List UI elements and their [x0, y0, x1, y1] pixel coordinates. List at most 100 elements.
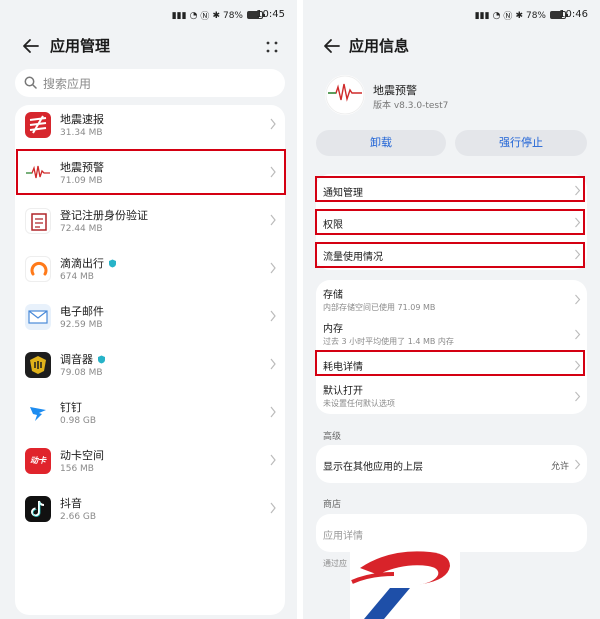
row-sublabel: 未设置任何默认选项 [323, 399, 395, 408]
status-bar: ▮▮▮ ◔ Ⓝ ✱ 78% 10:46 [303, 8, 600, 24]
more-options-icon[interactable] [265, 40, 279, 54]
row-label: 权限 [323, 220, 343, 231]
app-size: 79.08 MB [60, 368, 103, 378]
row-open-by-default[interactable]: 默认打开 未设置任何默认选项 [316, 378, 587, 414]
chevron-right-icon [575, 459, 581, 470]
signal-icon: ▮▮▮ [474, 10, 490, 21]
app-size: 0.98 GB [60, 416, 97, 426]
app-version: 版本 v8.3.0-test7 [373, 101, 449, 111]
didi-icon [25, 256, 51, 282]
app-size: 674 MB [60, 272, 94, 282]
earthquake-warning-icon [25, 160, 51, 186]
clock: 10:46 [559, 9, 588, 20]
tuner-icon [25, 352, 51, 378]
app-name-text: 调音器 [60, 353, 93, 366]
earthquake-news-icon [25, 112, 51, 138]
back-arrow-icon[interactable] [321, 35, 343, 57]
row-data-usage[interactable]: 流量使用情况 [316, 238, 587, 270]
app-row-earthquake-news[interactable]: 地震速报 31.34 MB [15, 105, 285, 153]
back-arrow-icon[interactable] [20, 35, 42, 57]
email-icon [25, 304, 51, 330]
app-row-id-verify[interactable]: 登记注册身份验证 72.44 MB [15, 201, 285, 249]
app-row-earthquake-warning[interactable]: 地震预警 71.09 MB [15, 153, 285, 201]
status-icons: ▮▮▮ ◔ Ⓝ ✱ 78% [171, 9, 243, 23]
nfc-icon: Ⓝ [200, 12, 210, 22]
uninstall-button[interactable]: 卸载 [316, 130, 446, 156]
chevron-right-icon [575, 185, 581, 196]
row-label: 流量使用情况 [323, 252, 383, 263]
bluetooth-icon: ✱ [515, 10, 523, 21]
row-label: 存储 [323, 290, 343, 301]
chevron-right-icon [270, 502, 276, 514]
settings-group-2: 存储 内部存储空间已使用 71.09 MB 内存 过去 3 小时平均使用了 1.… [316, 280, 587, 414]
dongka-icon: 动卡 [25, 448, 51, 474]
status-bar: ▮▮▮ ◔ Ⓝ ✱ 78% 10:45 [0, 8, 297, 24]
search-placeholder: 搜索应用 [43, 77, 92, 91]
row-label: 内存 [323, 324, 343, 335]
chevron-right-icon [270, 214, 276, 226]
dongka-icon-text: 动卡 [30, 456, 46, 465]
nfc-icon: Ⓝ [503, 12, 513, 22]
wifi-icon: ◔ [492, 10, 501, 21]
row-label: 通知管理 [323, 188, 363, 199]
app-size: 31.34 MB [60, 128, 103, 138]
section-store: 商店 [323, 500, 342, 510]
status-icons: ▮▮▮ ◔ Ⓝ ✱ 78% [474, 9, 546, 23]
store-source-text: 通过应 [323, 559, 347, 568]
chevron-right-icon [270, 358, 276, 370]
page-title: 应用管理 [50, 37, 111, 55]
row-display-over-other-apps[interactable]: 显示在其他应用的上层 允许 [316, 445, 587, 483]
section-advanced: 高级 [323, 432, 342, 442]
app-name: 调音器 [60, 351, 106, 367]
allow-status: 允许 [550, 462, 569, 472]
app-row-email[interactable]: 电子邮件 92.59 MB [15, 297, 285, 345]
app-size: 92.59 MB [60, 320, 103, 330]
app-row-tuner[interactable]: 调音器 79.08 MB [15, 345, 285, 393]
app-name: 地震速报 [60, 113, 104, 126]
row-battery-details[interactable]: 耗电详情 [316, 352, 587, 378]
chevron-right-icon [270, 262, 276, 274]
search-icon [24, 76, 37, 89]
chevron-right-icon [575, 294, 581, 305]
wifi-icon: ◔ [189, 10, 198, 21]
app-name: 地震预警 [60, 161, 104, 174]
chevron-right-icon [270, 118, 276, 130]
row-label: 默认打开 [323, 386, 363, 397]
battery-percent: 78% [525, 10, 546, 21]
signal-icon: ▮▮▮ [171, 10, 187, 21]
row-permissions[interactable]: 权限 [316, 206, 587, 238]
app-name: 滴滴出行 [60, 255, 117, 271]
douyin-icon [25, 496, 51, 522]
chevron-right-icon [575, 249, 581, 260]
app-info-screen: ▮▮▮ ◔ Ⓝ ✱ 78% 10:46 应用信息 地震预警 版本 v8.3.0-… [303, 0, 600, 619]
app-name: 动卡空间 [60, 449, 104, 462]
chevron-right-icon [270, 310, 276, 322]
row-label: 显示在其他应用的上层 [323, 462, 423, 473]
row-memory[interactable]: 内存 过去 3 小时平均使用了 1.4 MB 内存 [316, 316, 587, 352]
force-stop-button[interactable]: 强行停止 [455, 130, 587, 156]
row-sublabel: 过去 3 小时平均使用了 1.4 MB 内存 [323, 337, 454, 346]
row-sublabel: 内部存储空间已使用 71.09 MB [323, 303, 436, 312]
chevron-right-icon [575, 360, 581, 371]
app-bar: 应用信息 [303, 32, 600, 60]
app-row-dongka[interactable]: 动卡 动卡空间 156 MB [15, 441, 285, 489]
row-notifications[interactable]: 通知管理 [316, 174, 587, 206]
app-name: 登记注册身份验证 [60, 209, 148, 222]
search-input[interactable]: 搜索应用 [15, 69, 285, 97]
row-label: 耗电详情 [323, 362, 363, 373]
app-row-didi[interactable]: 滴滴出行 674 MB [15, 249, 285, 297]
id-verify-icon [25, 208, 51, 234]
chevron-right-icon [270, 166, 276, 178]
app-size: 71.09 MB [60, 176, 103, 186]
row-storage[interactable]: 存储 内部存储空间已使用 71.09 MB [316, 280, 587, 316]
settings-group-1: 通知管理 权限 流量使用情况 [316, 174, 587, 270]
app-name: 钉钉 [60, 401, 82, 414]
battery-percent: 78% [222, 10, 243, 21]
app-manager-screen: ▮▮▮ ◔ Ⓝ ✱ 78% 10:45 应用管理 搜索应用 地震速报 31.34… [0, 0, 297, 619]
app-row-douyin[interactable]: 抖音 2.66 GB [15, 489, 285, 537]
clock: 10:45 [256, 9, 285, 20]
chevron-right-icon [575, 391, 581, 402]
verified-shield-icon [109, 259, 116, 268]
app-name-text: 滴滴出行 [60, 257, 104, 270]
app-row-dingtalk[interactable]: 钉钉 0.98 GB [15, 393, 285, 441]
